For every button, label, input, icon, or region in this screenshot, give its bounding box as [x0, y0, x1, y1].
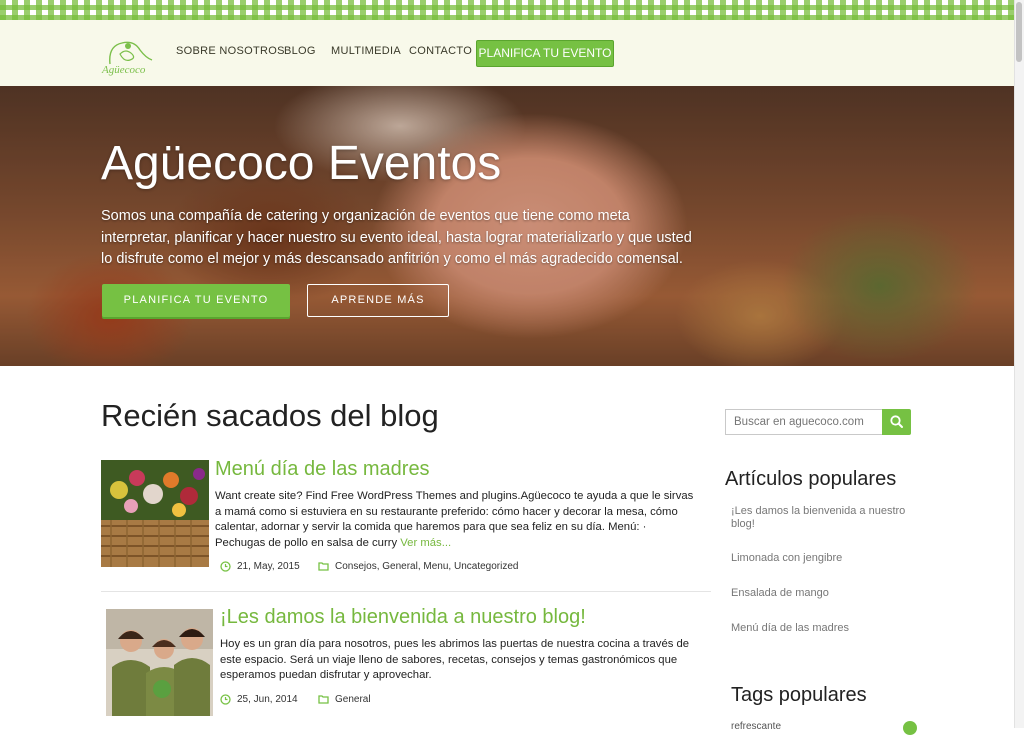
popular-article-link[interactable]: Menú día de las madres — [731, 622, 911, 635]
blog-post: ¡Les damos la bienvenida a nuestro blog!… — [101, 606, 711, 728]
post-categories: General — [318, 694, 371, 705]
read-more-link[interactable]: Ver más... — [400, 537, 451, 549]
hero-banner: Agüecoco Eventos Somos una compañía de c… — [0, 86, 1014, 366]
hero-description: Somos una compañía de catering y organiz… — [101, 208, 692, 267]
nav-contacto[interactable]: CONTACTO — [409, 45, 472, 57]
hero-aprende-button[interactable]: APRENDE MÁS — [307, 284, 449, 317]
clock-icon — [220, 694, 231, 705]
post-excerpt: Hoy es un gran día para nosotros, pues l… — [220, 638, 690, 682]
post-title-link[interactable]: ¡Les damos la bienvenida a nuestro blog! — [220, 606, 586, 629]
post-date: 25, Jun, 2014 — [220, 694, 298, 705]
category-link[interactable]: Consejos — [335, 561, 377, 572]
popular-article-link[interactable]: ¡Les damos la bienvenida a nuestro blog! — [731, 505, 911, 530]
nav-sobre-nosotros[interactable]: SOBRE NOSOTROS — [176, 45, 285, 57]
navbar: Agüecoco SOBRE NOSOTROS BLOG MULTIMEDIA … — [0, 20, 1014, 86]
post-date-text: 21, May, 2015 — [237, 561, 300, 573]
category-link[interactable]: General — [382, 561, 418, 572]
scrollbar-track[interactable] — [1014, 0, 1024, 728]
search-input[interactable] — [725, 409, 891, 435]
nav-planifica-button[interactable]: PLANIFICA TU EVENTO — [476, 40, 614, 67]
search-button[interactable] — [882, 409, 911, 435]
nav-blog[interactable]: BLOG — [284, 45, 316, 57]
tag-count-badge — [903, 721, 917, 735]
logo-text: Agüecoco — [101, 64, 146, 76]
post-date-text: 25, Jun, 2014 — [237, 694, 298, 706]
popular-tags-title: Tags populares — [731, 684, 867, 706]
search-icon — [890, 415, 903, 428]
post-divider — [101, 591, 711, 592]
blog-section-title: Recién sacados del blog — [101, 398, 439, 433]
scrollbar-thumb[interactable] — [1016, 2, 1022, 62]
post-thumbnail-flowers[interactable] — [101, 460, 209, 567]
blog-post: Menú día de las madres Want create site?… — [101, 458, 711, 585]
post-date: 21, May, 2015 — [220, 561, 300, 572]
nav-multimedia[interactable]: MULTIMEDIA — [331, 45, 401, 57]
post-excerpt: Want create site? Find Free WordPress Th… — [215, 489, 695, 551]
folder-icon — [318, 562, 329, 572]
popular-articles-title: Artículos populares — [725, 468, 897, 490]
folder-icon — [318, 695, 329, 705]
hero-title: Agüecoco Eventos — [101, 137, 502, 190]
post-thumbnail-chefs[interactable] — [106, 609, 213, 716]
popular-article-link[interactable]: Limonada con jengibre — [731, 552, 911, 565]
tag-link[interactable]: refrescante — [731, 721, 781, 732]
clock-icon — [220, 561, 231, 572]
post-title-link[interactable]: Menú día de las madres — [215, 458, 430, 481]
popular-article-link[interactable]: Ensalada de mango — [731, 587, 911, 600]
aguecoco-logo[interactable]: Agüecoco — [100, 34, 158, 78]
hero-planifica-button[interactable]: PLANIFICA TU EVENTO — [102, 284, 290, 317]
category-link[interactable]: Menu — [423, 561, 448, 572]
category-link[interactable]: General — [335, 694, 371, 705]
excerpt-text: Want create site? Find Free WordPress Th… — [215, 490, 694, 549]
category-link[interactable]: Uncategorized — [454, 561, 518, 572]
post-categories: Consejos, General, Menu, Uncategorized — [318, 561, 518, 572]
gingham-top-border — [0, 0, 1014, 20]
